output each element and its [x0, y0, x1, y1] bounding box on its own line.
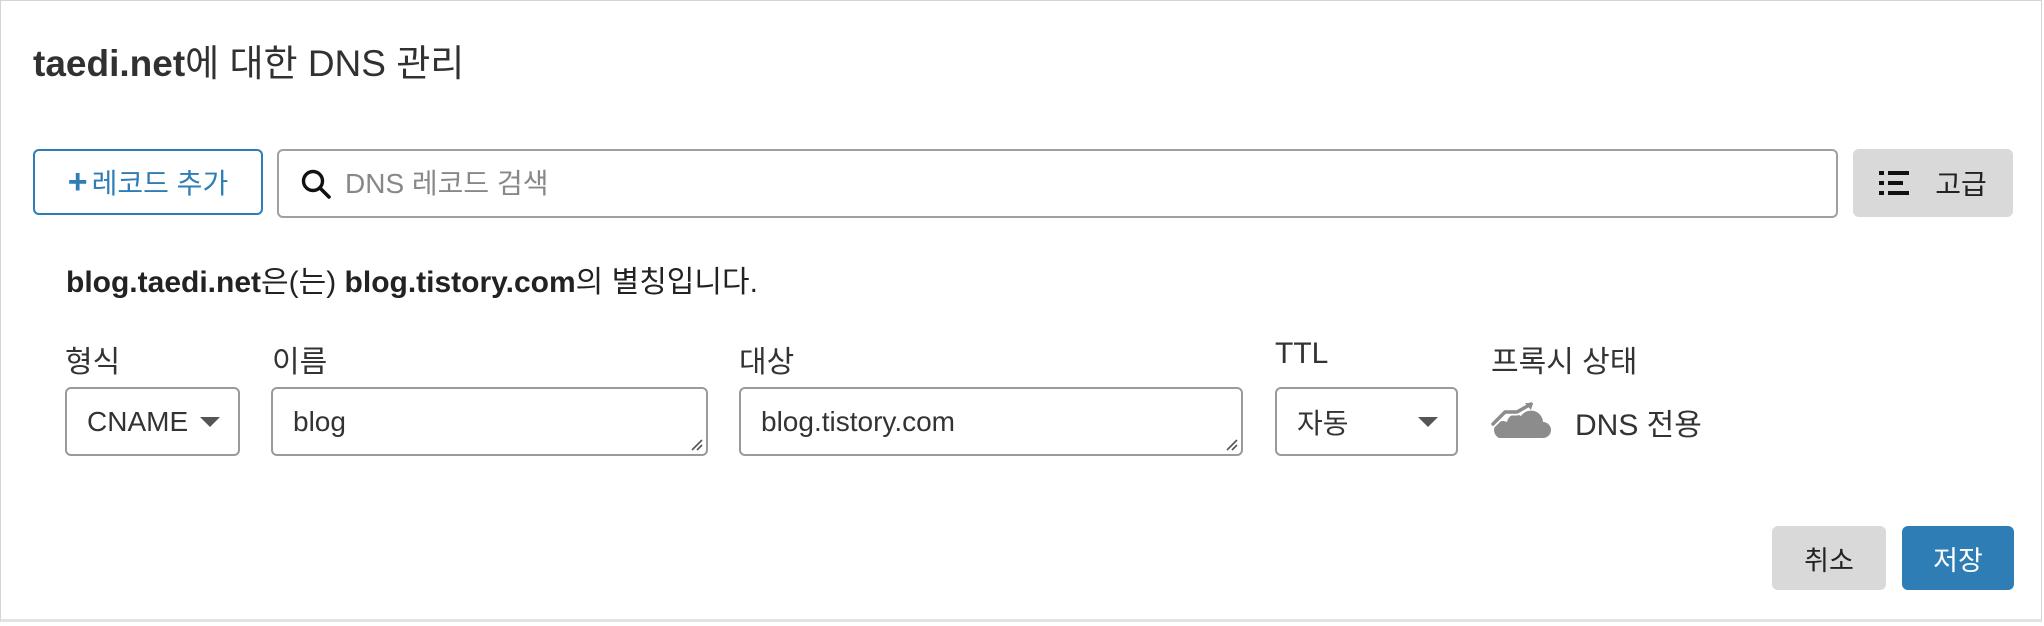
cancel-label: 취소: [1804, 545, 1854, 576]
alias-suffix: 의 별칭입니다.: [575, 266, 758, 299]
cancel-button[interactable]: 취소: [1772, 526, 1886, 590]
advanced-button[interactable]: 고급: [1853, 149, 2013, 217]
target-field[interactable]: [739, 387, 1243, 456]
domain-name: taedi.net: [33, 43, 186, 84]
dns-management-panel: taedi.net에 대한 DNS 관리 + 레코드 추가 고급 blog.t: [0, 0, 2042, 622]
ttl-label: TTL: [1275, 337, 1329, 370]
ttl-select[interactable]: 자동: [1275, 387, 1458, 456]
plus-icon: +: [67, 163, 88, 201]
alias-particle: 은(는): [261, 266, 337, 299]
proxy-status-label: 프록시 상태: [1491, 346, 1638, 379]
search-input[interactable]: [343, 166, 1836, 201]
resize-handle-icon[interactable]: [1224, 437, 1238, 451]
type-select[interactable]: CNAME: [65, 387, 240, 456]
type-value: CNAME: [87, 405, 189, 437]
target-input[interactable]: [741, 404, 1241, 439]
cloud-dns-only-icon: [1491, 402, 1551, 442]
ttl-value: 자동: [1297, 407, 1349, 439]
add-record-button[interactable]: + 레코드 추가: [33, 149, 263, 215]
resize-handle-icon[interactable]: [689, 437, 703, 451]
chevron-down-icon: [200, 416, 220, 427]
name-label: 이름: [272, 346, 328, 379]
search-box[interactable]: [277, 149, 1838, 218]
alias-record-name: blog.taedi.net: [66, 266, 261, 299]
page-title: taedi.net에 대한 DNS 관리: [33, 33, 464, 87]
search-icon: [299, 167, 333, 201]
target-label: 대상: [739, 346, 795, 379]
type-label: 형식: [65, 346, 121, 379]
save-label: 저장: [1933, 545, 1983, 576]
name-field[interactable]: [271, 387, 708, 456]
proxy-status-value: DNS 전용: [1575, 409, 1702, 442]
list-filter-icon: [1879, 170, 1910, 196]
name-input[interactable]: [273, 404, 706, 439]
proxy-status: DNS 전용: [1491, 397, 1702, 447]
title-suffix: 에 대한 DNS 관리: [185, 43, 465, 84]
chevron-down-icon: [1418, 416, 1438, 427]
save-button[interactable]: 저장: [1902, 526, 2014, 590]
alias-target: blog.tistory.com: [344, 266, 576, 299]
alias-notice: blog.taedi.net은(는) blog.tistory.com의 별칭입…: [66, 257, 758, 301]
add-record-label: 레코드 추가: [91, 168, 229, 199]
advanced-label: 고급: [1935, 169, 1987, 200]
